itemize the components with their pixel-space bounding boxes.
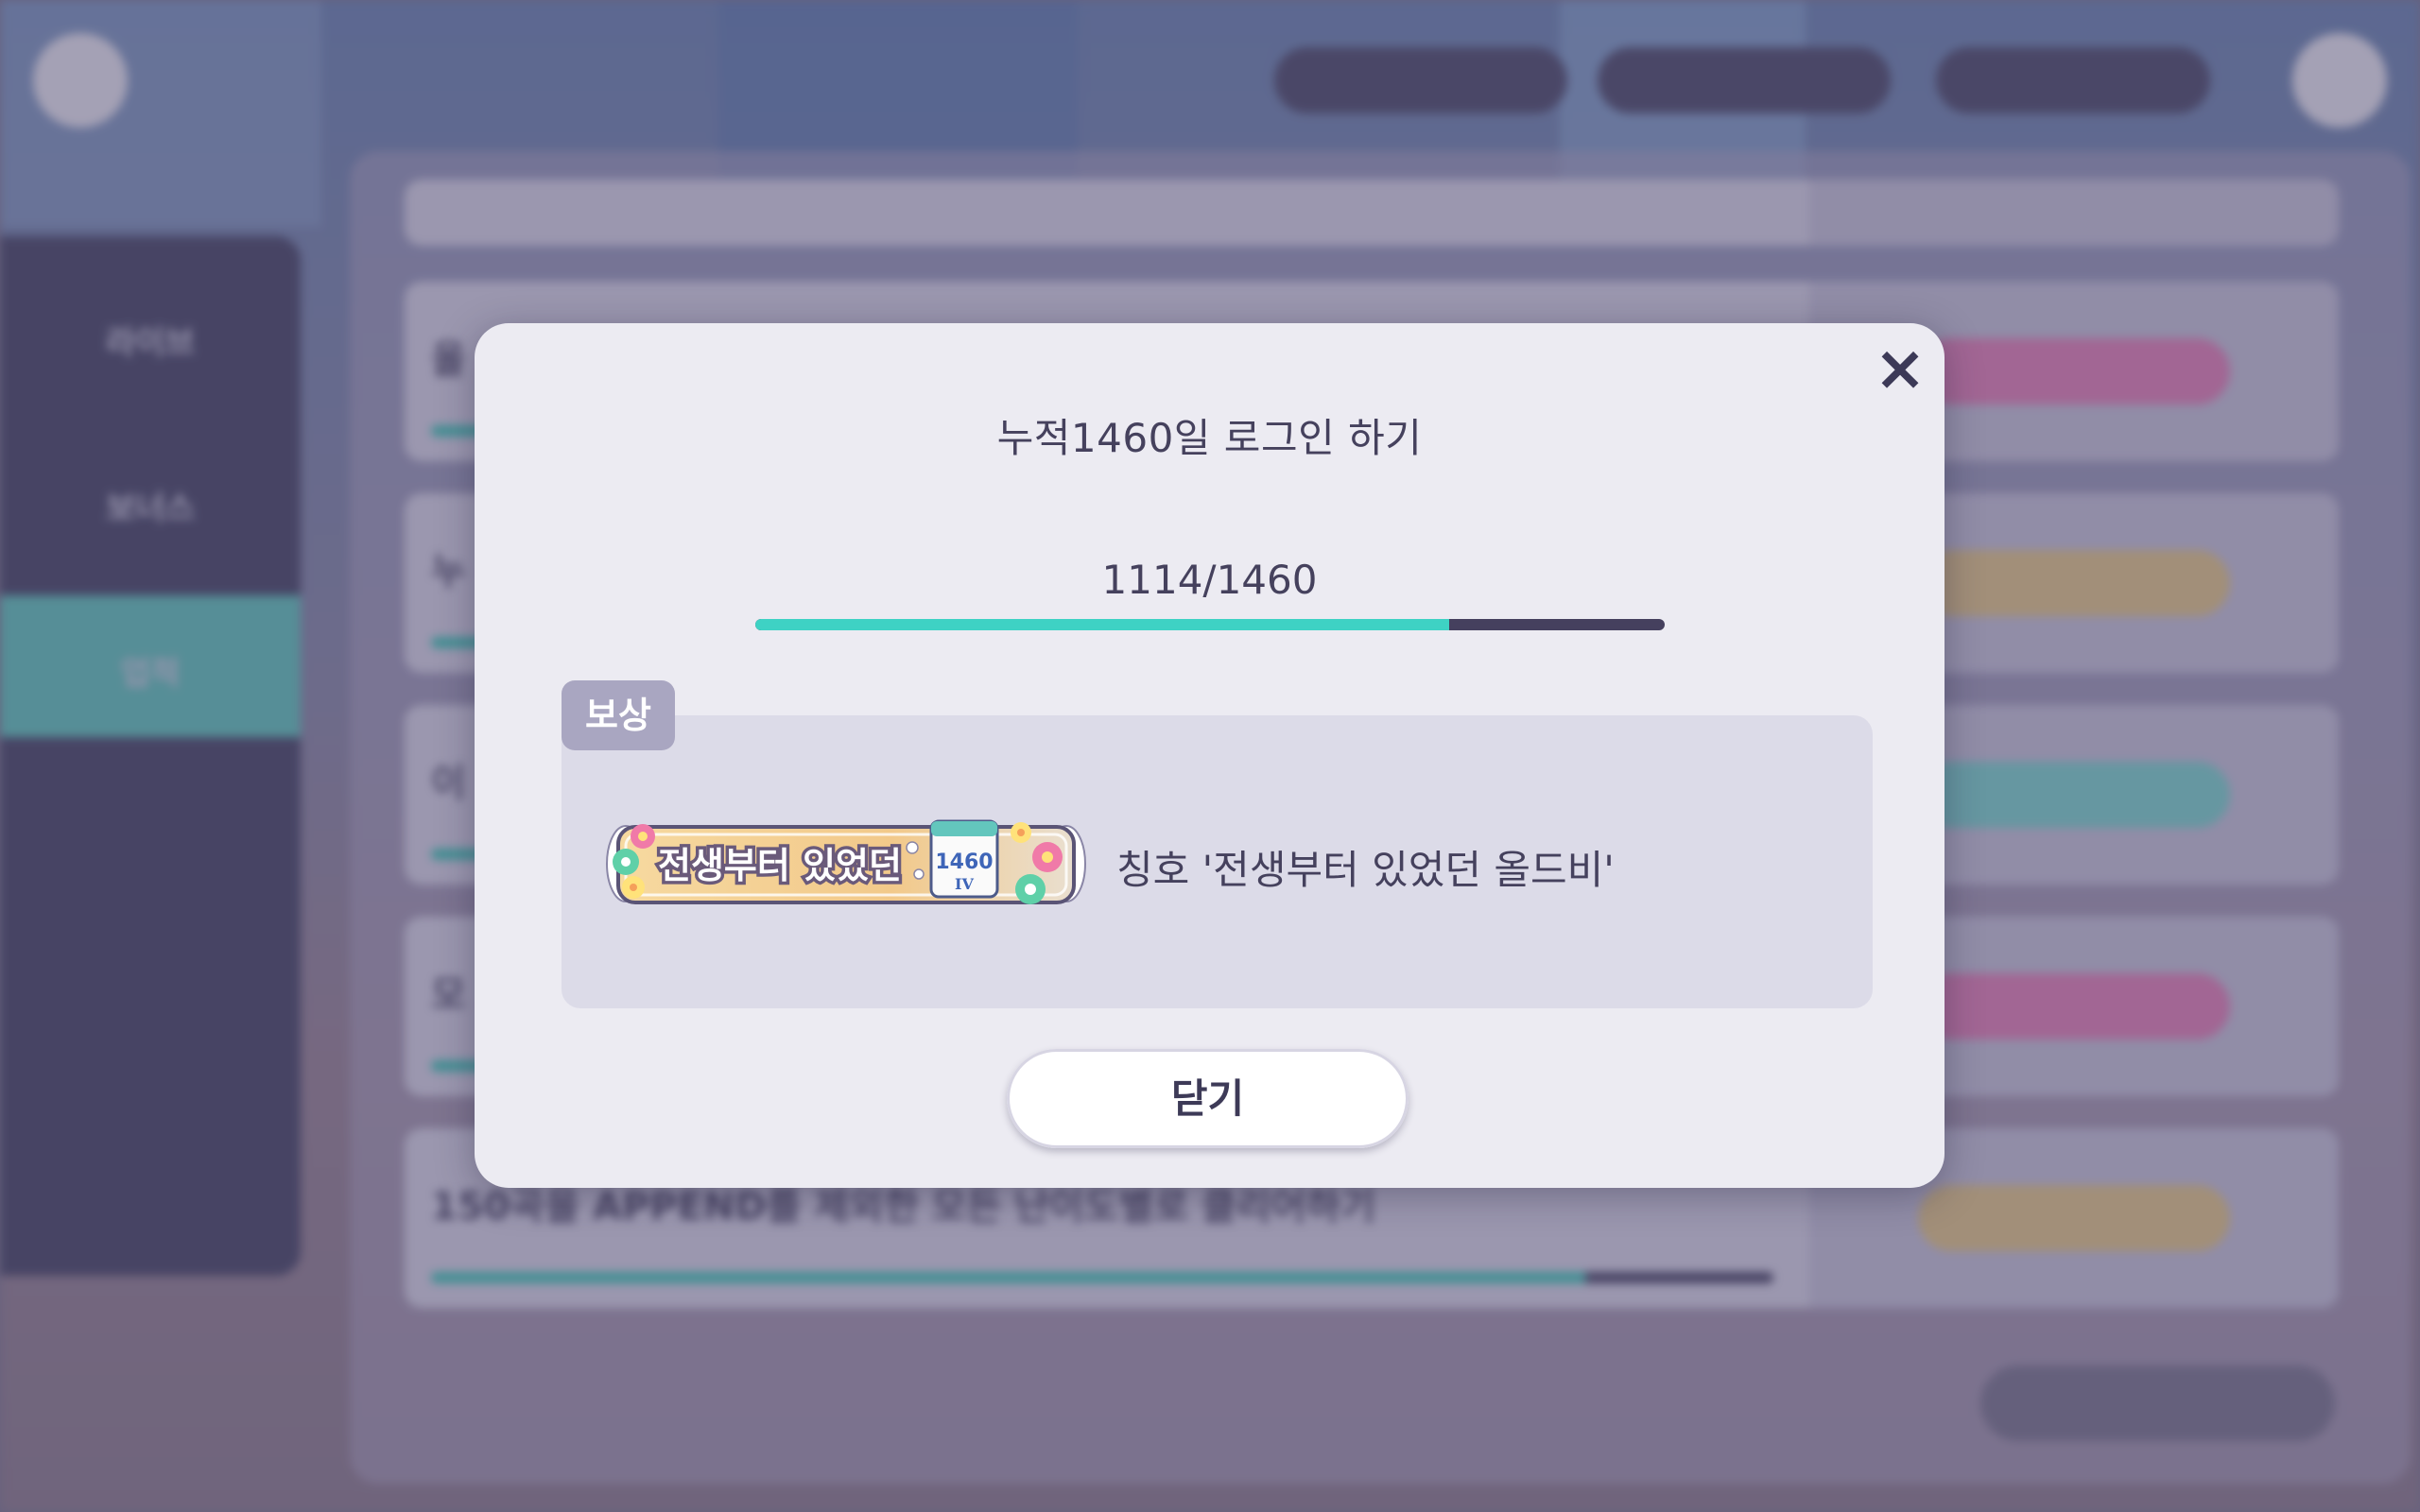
title-badge-text: 전생부터 있었던 (658, 845, 902, 886)
title-badge-image: 전생부터 있었던 1460 IV (606, 819, 1086, 904)
reward-description: 칭호 '전생부터 있었던 올드비' (1116, 847, 1615, 893)
calendar-sub: IV (955, 875, 974, 893)
achievement-dialog: × 누적1460일 로그인 하기 1114/1460 전생부터 있었던 1460… (475, 323, 1945, 1188)
reward-tag: 보상 (562, 680, 675, 750)
calendar-icon: 1460 IV (929, 819, 999, 899)
close-icon[interactable]: × (1872, 337, 1928, 400)
progress-bar (755, 619, 1665, 630)
progress-fill (755, 619, 1450, 630)
calendar-number: 1460 (935, 850, 993, 874)
reward-box: 전생부터 있었던 1460 IV 칭호 '전생부터 있었던 올드비' (562, 715, 1873, 1008)
progress-text: 1114/1460 (1101, 557, 1318, 603)
dialog-title: 누적1460일 로그인 하기 (996, 415, 1423, 461)
close-button[interactable]: 닫기 (1007, 1049, 1409, 1148)
